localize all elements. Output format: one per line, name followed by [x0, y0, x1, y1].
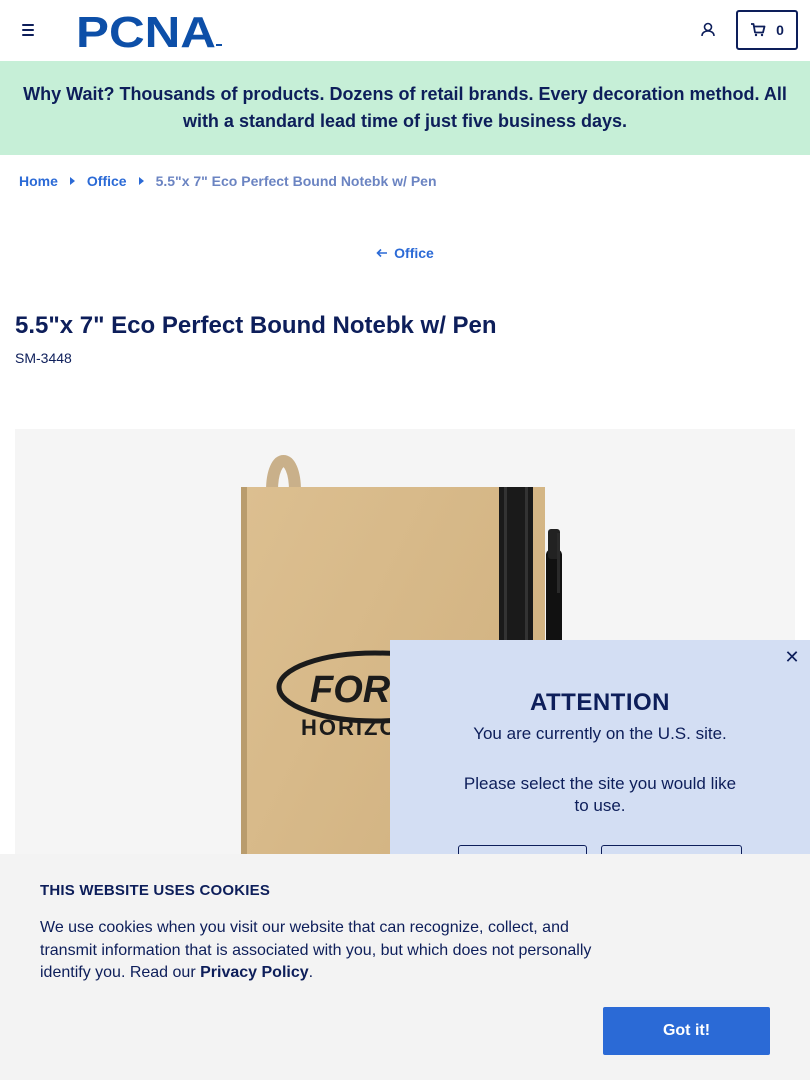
cart-icon	[751, 23, 766, 37]
site-select-modal: ✕ ATTENTION You are currently on the U.S…	[390, 640, 810, 885]
breadcrumb-arrow-icon	[69, 177, 75, 185]
cookie-body: We use cookies when you visit our websit…	[40, 919, 592, 981]
account-icon[interactable]	[697, 18, 719, 42]
pcna-logo[interactable]: PCNA	[76, 10, 224, 50]
product-title: 5.5"x 7" Eco Perfect Bound Notebk w/ Pen	[15, 312, 497, 339]
breadcrumb: Home Office 5.5"x 7" Eco Perfect Bound N…	[19, 173, 437, 189]
svg-text:PCNA: PCNA	[76, 10, 216, 50]
back-to-office-link[interactable]: Office	[376, 245, 434, 261]
breadcrumb-arrow-icon	[138, 177, 144, 185]
attention-title: ATTENTION	[529, 689, 671, 716]
cookie-banner: THIS WEBSITE USES COOKIES We use cookies…	[0, 854, 810, 1080]
arrow-left-icon	[376, 248, 388, 258]
cookie-text: We use cookies when you visit our websit…	[40, 917, 600, 985]
promo-text: Why Wait? Thousands of products. Dozens …	[23, 84, 787, 131]
cart-count: 0	[776, 22, 784, 38]
attention-message: You are currently on the U.S. site.	[473, 724, 727, 743]
cookie-title: THIS WEBSITE USES COOKIES	[40, 882, 271, 899]
breadcrumb-home[interactable]: Home	[19, 173, 58, 189]
cookie-period: .	[308, 964, 314, 981]
menu-icon[interactable]	[18, 20, 40, 40]
privacy-policy-link[interactable]: Privacy Policy	[200, 964, 309, 981]
attention-prompt: Please select the site you would like to…	[463, 774, 737, 815]
site-header: PCNA 0	[0, 0, 810, 61]
accept-cookies-button[interactable]: Got it!	[603, 1007, 770, 1055]
breadcrumb-office[interactable]: Office	[87, 173, 127, 189]
back-link-row: Office	[0, 245, 810, 261]
svg-text:HORIZO: HORIZO	[301, 715, 399, 740]
breadcrumb-current: 5.5"x 7" Eco Perfect Bound Notebk w/ Pen	[155, 173, 437, 189]
cart-button[interactable]: 0	[736, 10, 798, 50]
promo-banner: Why Wait? Thousands of products. Dozens …	[0, 61, 810, 155]
product-sku: SM-3448	[15, 350, 72, 366]
svg-text:FOR: FOR	[310, 669, 391, 711]
back-link-label: Office	[394, 245, 434, 261]
close-icon[interactable]: ✕	[783, 648, 801, 666]
